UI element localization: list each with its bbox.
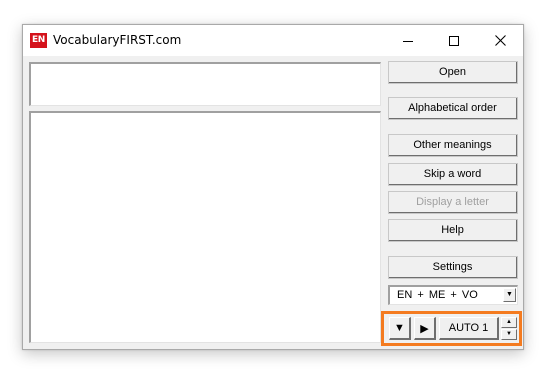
alphabetical-order-button[interactable]: Alphabetical order bbox=[388, 97, 518, 120]
open-button[interactable]: Open bbox=[388, 61, 518, 84]
word-display[interactable] bbox=[29, 62, 381, 106]
app-logo-icon: EN bbox=[30, 33, 47, 48]
spin-down-icon[interactable]: ▼ bbox=[501, 329, 517, 340]
language-select[interactable]: EN + ME + VO ▼ bbox=[388, 285, 518, 305]
next-down-button[interactable]: ▼ bbox=[389, 317, 411, 340]
title-bar[interactable]: EN VocabularyFIRST.com bbox=[23, 25, 523, 56]
app-window: EN VocabularyFIRST.com Open Alphabetical… bbox=[22, 24, 524, 350]
chevron-down-icon[interactable]: ▼ bbox=[503, 288, 516, 302]
minimize-icon bbox=[403, 40, 413, 42]
settings-button[interactable]: Settings bbox=[388, 256, 518, 279]
meaning-display[interactable] bbox=[29, 111, 381, 343]
language-select-value: EN + ME + VO bbox=[397, 289, 478, 301]
window-title: VocabularyFIRST.com bbox=[53, 33, 182, 47]
display-letter-button[interactable]: Display a letter bbox=[388, 191, 518, 214]
help-button[interactable]: Help bbox=[388, 219, 518, 242]
minimize-button[interactable] bbox=[385, 25, 431, 56]
auto-spinner[interactable]: ▲ ▼ bbox=[501, 317, 517, 340]
maximize-icon bbox=[449, 35, 459, 46]
close-button[interactable] bbox=[477, 25, 523, 56]
maximize-button[interactable] bbox=[431, 25, 477, 56]
play-icon: ▶ bbox=[420, 322, 429, 335]
skip-word-button[interactable]: Skip a word bbox=[388, 163, 518, 186]
close-icon bbox=[494, 35, 506, 46]
play-button[interactable]: ▶ bbox=[414, 317, 436, 340]
spin-up-icon[interactable]: ▲ bbox=[501, 317, 517, 328]
triangle-down-icon: ▼ bbox=[394, 322, 405, 334]
auto-mode-button[interactable]: AUTO 1 bbox=[439, 317, 499, 340]
other-meanings-button[interactable]: Other meanings bbox=[388, 134, 518, 157]
